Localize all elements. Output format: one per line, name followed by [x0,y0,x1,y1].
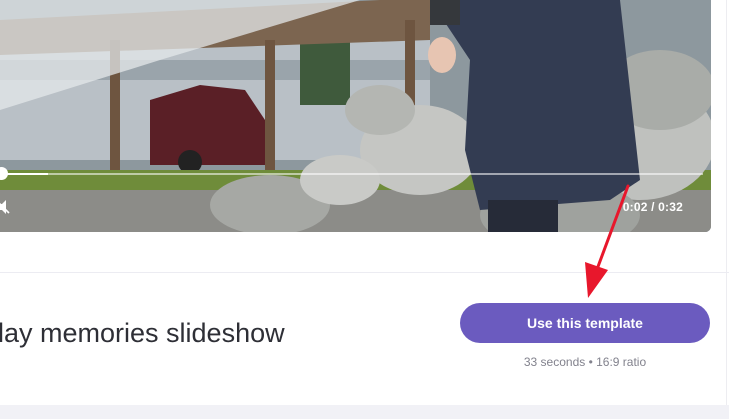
footer-strip [0,405,729,419]
speaker-muted-icon[interactable] [0,199,10,215]
progress-fill [4,173,48,175]
template-title: lay memories slideshow [0,318,285,348]
section-divider [0,272,729,273]
use-template-button[interactable]: Use this template [460,303,710,343]
panel-edge [726,0,727,419]
progress-bar[interactable] [4,173,703,175]
video-frame [0,0,711,232]
time-display: 0:02 / 0:32 [622,200,683,214]
template-meta: 33 seconds • 16:9 ratio [523,355,647,369]
video-player[interactable]: 0:02 / 0:32 [0,0,711,232]
